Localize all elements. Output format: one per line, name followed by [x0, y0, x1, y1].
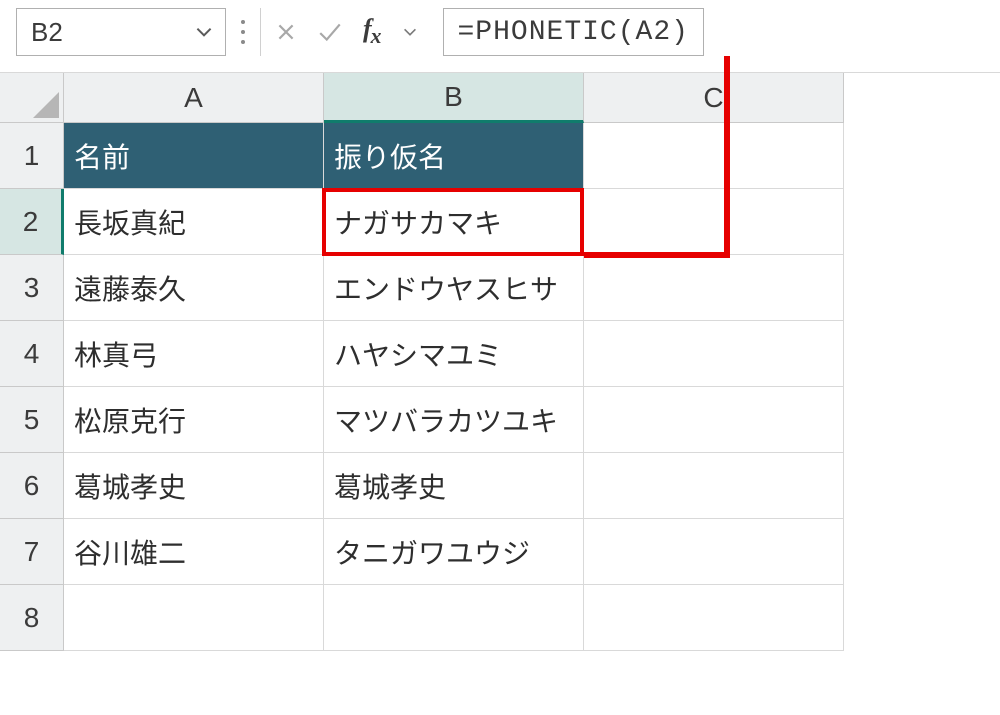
cell-C5[interactable] [584, 387, 844, 453]
formula-bar: B2 fx =PHONETIC(A2) [0, 0, 1000, 73]
col-header-A[interactable]: A [64, 73, 324, 123]
cell-B6[interactable]: 葛城孝史 [324, 453, 584, 519]
row-header-8[interactable]: 8 [0, 585, 64, 651]
cell-C8[interactable] [584, 585, 844, 651]
cancel-icon[interactable] [275, 21, 297, 43]
row-header-7[interactable]: 7 [0, 519, 64, 585]
cell-A7[interactable]: 谷川雄二 [64, 519, 324, 585]
cell-B3[interactable]: エンドウヤスヒサ [324, 255, 584, 321]
name-box[interactable]: B2 [16, 8, 226, 56]
cell-C1[interactable] [584, 123, 844, 189]
row-header-4[interactable]: 4 [0, 321, 64, 387]
cell-B8[interactable] [324, 585, 584, 651]
row-header-5[interactable]: 5 [0, 387, 64, 453]
formula-input[interactable]: =PHONETIC(A2) [443, 8, 704, 56]
cell-A8[interactable] [64, 585, 324, 651]
row-header-2[interactable]: 2 [0, 189, 64, 255]
cell-A4[interactable]: 林真弓 [64, 321, 324, 387]
cell-C6[interactable] [584, 453, 844, 519]
row-header-6[interactable]: 6 [0, 453, 64, 519]
cell-C4[interactable] [584, 321, 844, 387]
cell-B4[interactable]: ハヤシマユミ [324, 321, 584, 387]
formula-text: =PHONETIC(A2) [458, 17, 689, 48]
col-header-B[interactable]: B [324, 73, 584, 123]
cell-C7[interactable] [584, 519, 844, 585]
cell-B1[interactable]: 振り仮名 [324, 123, 584, 189]
cell-B7[interactable]: タニガワユウジ [324, 519, 584, 585]
cell-C2[interactable] [584, 189, 844, 255]
vertical-dots-icon[interactable] [236, 17, 250, 47]
enter-icon[interactable] [317, 21, 343, 43]
spreadsheet-grid: A B C 1 名前 振り仮名 2 長坂真紀 ナガサカマキ 3 遠藤泰久 エンド… [0, 73, 1000, 651]
cell-A2[interactable]: 長坂真紀 [64, 189, 324, 255]
cell-A1[interactable]: 名前 [64, 123, 324, 189]
select-all-corner[interactable] [0, 73, 64, 123]
formula-bar-buttons: fx [260, 8, 433, 56]
cell-B5[interactable]: マツバラカツユキ [324, 387, 584, 453]
chevron-down-icon[interactable] [401, 23, 419, 41]
cell-C3[interactable] [584, 255, 844, 321]
chevron-down-icon[interactable] [193, 21, 215, 43]
row-header-3[interactable]: 3 [0, 255, 64, 321]
col-header-C[interactable]: C [584, 73, 844, 123]
insert-function-icon[interactable]: fx [363, 14, 381, 49]
cell-B2[interactable]: ナガサカマキ [324, 189, 584, 255]
row-header-1[interactable]: 1 [0, 123, 64, 189]
cell-A3[interactable]: 遠藤泰久 [64, 255, 324, 321]
name-box-value: B2 [31, 17, 63, 48]
cell-A6[interactable]: 葛城孝史 [64, 453, 324, 519]
cell-A5[interactable]: 松原克行 [64, 387, 324, 453]
